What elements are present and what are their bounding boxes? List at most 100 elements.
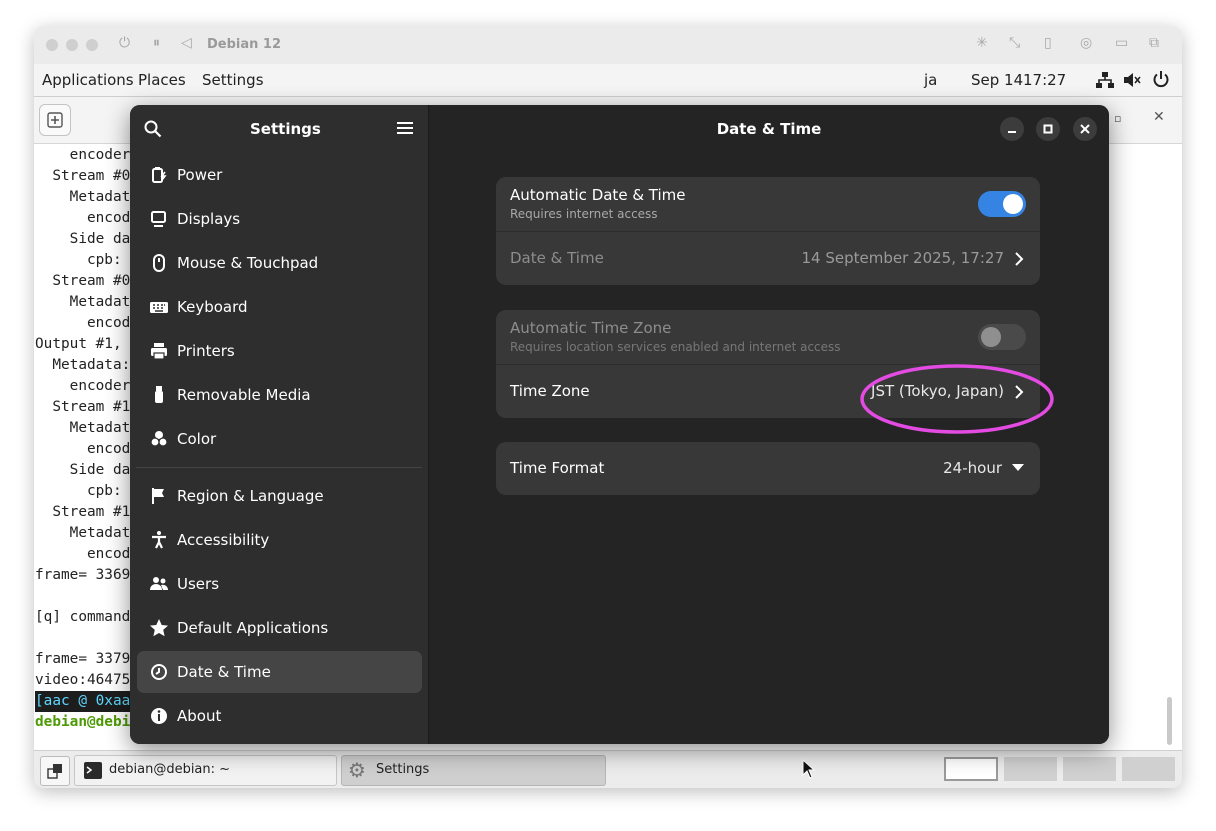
sidebar-item-mouse[interactable]: Mouse & Touchpad [137, 242, 422, 284]
clock-icon [151, 664, 167, 680]
terminal-restore-icon[interactable]: ▫ [1114, 112, 1121, 125]
sidebar-item-printers[interactable]: Printers [137, 330, 422, 372]
display-icon [151, 211, 166, 227]
settings-window: Settings Power Displays Mouse & Touchpad… [130, 105, 1109, 744]
terminal-scrollbar[interactable] [1167, 697, 1172, 745]
auto-datetime-subtitle: Requires internet access [510, 207, 658, 221]
sidebar-item-label: About [177, 707, 222, 725]
vm-disc-icon[interactable]: ◎ [1080, 35, 1092, 51]
terminal-app-icon [84, 762, 102, 779]
time-format-title: Time Format [510, 459, 605, 477]
workspace-3[interactable] [1063, 757, 1116, 781]
time-format-card: Time Format 24-hour [496, 442, 1040, 495]
workspace-2[interactable] [1004, 757, 1057, 781]
highlight-annotation-ellipse [860, 364, 1054, 434]
minimize-button[interactable] [1000, 117, 1024, 141]
workspace-1[interactable] [944, 757, 998, 781]
terminal-line: Stream #0 [35, 273, 131, 289]
places-menu[interactable]: Places [138, 71, 186, 89]
settings-menu[interactable]: Settings [202, 71, 264, 89]
taskbar-settings-button[interactable]: ⚙ Settings [341, 755, 606, 786]
keyboard-icon [150, 302, 168, 313]
power-menu-icon[interactable] [1152, 70, 1170, 88]
time-format-value[interactable]: 24-hour [943, 459, 1002, 477]
sidebar-item-label: Date & Time [177, 663, 271, 681]
taskbar: debian@debian: ~ ⚙ Settings [34, 750, 1182, 788]
clock-date[interactable]: Sep 14 [971, 71, 1023, 89]
vm-brightness-icon[interactable]: ✳ [976, 35, 988, 51]
sidebar-title: Settings [250, 120, 321, 138]
minimize-traffic-light[interactable] [66, 39, 78, 51]
sidebar-item-removable-media[interactable]: Removable Media [137, 374, 422, 416]
time-format-row[interactable]: Time Format 24-hour [496, 442, 1040, 495]
vm-pause-icon[interactable]: ⏸ [153, 35, 160, 51]
vm-back-icon[interactable]: ◁ [181, 35, 192, 51]
close-traffic-light[interactable] [46, 39, 58, 51]
sidebar-item-power[interactable]: Power [137, 154, 422, 196]
auto-timezone-row[interactable]: Automatic Time Zone Requires location se… [496, 310, 1040, 364]
maximize-button[interactable] [1036, 117, 1060, 141]
vm-titlebar: ⏻ ⏸ ◁ Debian 12 ✳ ⤡ ▯ ◎ ▭ ⧉ [34, 26, 1182, 65]
terminal-line: cpb: [35, 483, 122, 499]
vm-resize-icon[interactable]: ⤡ [1009, 35, 1020, 51]
terminal-line: Stream #1 [35, 399, 131, 415]
new-tab-button[interactable] [39, 104, 71, 136]
vm-title: Debian 12 [207, 37, 282, 52]
vm-folder-icon[interactable]: ▭ [1115, 35, 1128, 51]
vm-window-icon[interactable]: ⧉ [1149, 35, 1159, 51]
sidebar-item-accessibility[interactable]: Accessibility [137, 519, 422, 561]
chevron-right-icon [1015, 252, 1024, 266]
vm-usb-icon[interactable]: ▯ [1044, 35, 1052, 51]
settings-sidebar: Settings Power Displays Mouse & Touchpad… [130, 105, 429, 744]
auto-datetime-switch[interactable] [978, 191, 1026, 217]
show-desktop-button[interactable] [40, 756, 70, 786]
applications-menu[interactable]: Applications [42, 71, 134, 89]
workspace-4[interactable] [1122, 757, 1175, 781]
taskbar-terminal-button[interactable]: debian@debian: ~ [74, 755, 337, 786]
timezone-title: Time Zone [510, 382, 590, 400]
sidebar-item-about[interactable]: About [137, 695, 422, 737]
mouse-pointer-icon [802, 759, 816, 779]
sidebar-item-label: Color [177, 430, 217, 448]
sidebar-header: Settings [130, 105, 428, 151]
minimize-icon [1008, 131, 1016, 133]
usb-icon [155, 386, 163, 403]
terminal-line: encod [35, 315, 131, 331]
sidebar-item-region-language[interactable]: Region & Language [137, 475, 422, 517]
sidebar-item-displays[interactable]: Displays [137, 198, 422, 240]
sidebar-item-date-time[interactable]: Date & Time [137, 651, 422, 693]
terminal-line: Side da [35, 231, 131, 247]
terminal-line: [aac @ 0xaa [35, 691, 145, 712]
sidebar-item-color[interactable]: Color [137, 418, 422, 460]
auto-datetime-row[interactable]: Automatic Date & Time Requires internet … [496, 177, 1040, 231]
terminal-line: cpb: [35, 252, 122, 268]
auto-timezone-switch[interactable] [978, 324, 1026, 350]
clock-time[interactable]: 17:27 [1023, 71, 1066, 89]
hamburger-menu-icon[interactable] [397, 121, 413, 135]
vm-power-icon[interactable]: ⏻ [119, 35, 130, 51]
power-icon [152, 167, 167, 183]
users-icon [150, 577, 168, 590]
datetime-row[interactable]: Date & Time 14 September 2025, 17:27 [496, 232, 1040, 285]
network-icon[interactable] [1096, 72, 1114, 88]
terminal-line: Metadat [35, 294, 131, 310]
terminal-line: frame= 3369 [35, 567, 131, 583]
terminal-line: video:46475 [35, 672, 131, 688]
terminal-line: [q] command [35, 609, 131, 625]
terminal-close-icon[interactable]: ✕ [1153, 109, 1165, 125]
terminal-line: Metadat [35, 420, 131, 436]
accessibility-icon [152, 531, 166, 549]
close-button[interactable] [1073, 117, 1097, 141]
sidebar-item-default-applications[interactable]: Default Applications [137, 607, 422, 649]
zoom-traffic-light[interactable] [86, 39, 98, 51]
search-icon[interactable] [144, 120, 162, 138]
sidebar-item-keyboard[interactable]: Keyboard [137, 286, 422, 328]
close-icon [1080, 124, 1090, 134]
sidebar-item-users[interactable]: Users [137, 563, 422, 605]
input-method-indicator[interactable]: ja [924, 71, 937, 89]
volume-muted-icon[interactable] [1123, 72, 1141, 88]
sidebar-item-label: Mouse & Touchpad [177, 254, 319, 272]
terminal-line: encod [35, 210, 131, 226]
dropdown-arrow-icon [1012, 464, 1024, 471]
